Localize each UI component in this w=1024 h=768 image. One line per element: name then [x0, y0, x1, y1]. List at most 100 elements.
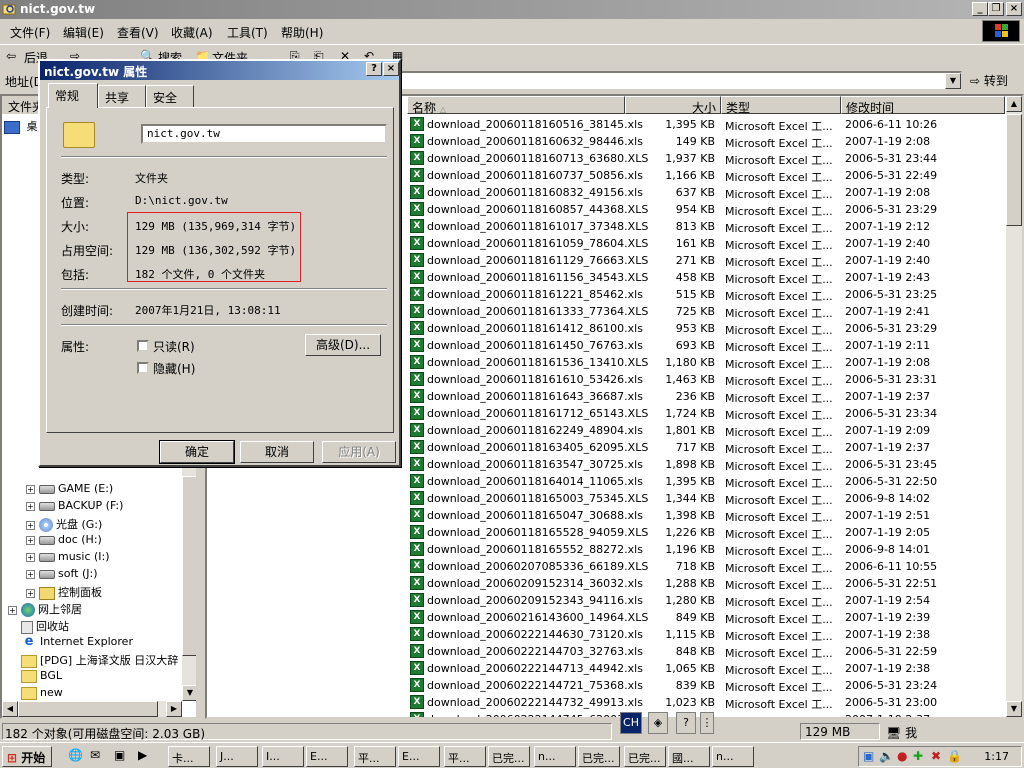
taskbar-button[interactable]: 平... — [444, 746, 486, 767]
expand-icon[interactable]: + — [26, 588, 35, 598]
hidden-checkbox[interactable] — [137, 362, 149, 374]
file-row[interactable]: Xdownload_20060222144732_49913.xls 1,023 … — [207, 694, 1007, 711]
ime-tool-icon[interactable]: ◈ — [648, 712, 668, 734]
tree-hscrollbar[interactable]: ◀ ▶ — [2, 701, 182, 717]
minimize-button[interactable]: _ — [972, 2, 988, 16]
address-input[interactable] — [380, 71, 962, 91]
taskbar-button[interactable]: n... — [534, 746, 576, 767]
expand-icon[interactable]: + — [26, 484, 35, 494]
tree-item-doc[interactable]: + doc (H:) — [26, 533, 102, 550]
scroll-thumb[interactable] — [182, 476, 196, 656]
tree-item-music[interactable]: + music (I:) — [26, 550, 110, 567]
chevron-down-icon[interactable]: ▼ — [945, 73, 961, 89]
scroll-up-icon[interactable]: ▲ — [1006, 96, 1022, 112]
tree-item-network[interactable]: + 网上邻居 — [8, 601, 82, 618]
taskbar-button[interactable]: E... — [398, 746, 440, 767]
restore-button[interactable]: ❐ — [988, 2, 1004, 16]
menu-tools[interactable]: 工具(T) — [227, 24, 268, 41]
readonly-label[interactable]: 只读(R) — [153, 338, 195, 355]
scroll-right-icon[interactable]: ▶ — [166, 701, 182, 717]
menu-edit[interactable]: 编辑(E) — [63, 24, 104, 41]
lock-tray-icon[interactable]: 🔒 — [947, 749, 962, 763]
expand-icon[interactable]: + — [26, 501, 35, 511]
file-row[interactable]: Xdownload_20060209152343_94116.xls 1,280 … — [207, 592, 1007, 609]
hscroll-thumb[interactable] — [18, 701, 158, 717]
advanced-button[interactable]: 高级(D)... — [305, 334, 381, 356]
menu-file[interactable]: 文件(F) — [10, 24, 50, 41]
tab-sharing[interactable]: 共享 — [98, 85, 146, 107]
scroll-thumb[interactable] — [1006, 114, 1022, 226]
list-scrollbar[interactable]: ▲ ▼ — [1006, 96, 1022, 717]
ime-language-indicator[interactable]: CH — [620, 712, 642, 734]
tree-item-pdg[interactable]: [PDG] 上海译文版 日汉大辞 — [21, 652, 178, 669]
ok-button[interactable]: 确定 — [159, 440, 235, 464]
hidden-label[interactable]: 隐藏(H) — [153, 360, 195, 377]
file-row[interactable]: Xdownload_20060118165003_75345.XLS 1,344 … — [207, 490, 1007, 507]
expand-icon[interactable]: + — [26, 535, 35, 545]
column-name[interactable]: 名称 △ — [407, 96, 625, 115]
tree-item-ie[interactable]: e Internet Explorer — [21, 635, 133, 652]
volume-icon[interactable]: 🔈 — [879, 749, 894, 763]
file-row[interactable]: Xdownload_20060118165528_94059.XLS 1,226 … — [207, 524, 1007, 541]
file-row[interactable]: Xdownload_20060222144721_75368.xls 839 KB… — [207, 677, 1007, 694]
taskbar-button[interactable]: I... — [262, 746, 304, 767]
ime-menu-icon[interactable]: ⋮ — [700, 712, 714, 734]
tree-item-game[interactable]: + GAME (E:) — [26, 482, 113, 499]
file-row[interactable]: Xdownload_20060222144713_44942.xls 1,065 … — [207, 660, 1007, 677]
outlook-quicklaunch-icon[interactable]: ✉ — [90, 748, 100, 762]
taskbar-button[interactable]: 已完... — [488, 746, 530, 767]
tree-item-backup[interactable]: + BACKUP (F:) — [26, 499, 123, 516]
clock[interactable]: 1:17 — [984, 750, 1009, 763]
tab-security[interactable]: 安全 — [146, 85, 194, 107]
expand-icon[interactable]: + — [26, 520, 35, 530]
expand-icon[interactable]: + — [26, 552, 35, 562]
tree-item-cdrom[interactable]: + 光盘 (G:) — [26, 516, 102, 533]
taskbar-button[interactable]: 已完... — [578, 746, 620, 767]
menu-view[interactable]: 查看(V) — [117, 24, 159, 41]
taskbar-button[interactable]: 國... — [668, 746, 710, 767]
taskbar-button[interactable]: E... — [306, 746, 348, 767]
tree-item-bgl[interactable]: BGL — [21, 669, 62, 686]
scroll-left-icon[interactable]: ◀ — [2, 701, 18, 717]
network-tray-icon[interactable]: ▣ — [863, 749, 874, 763]
scroll-down-icon[interactable]: ▼ — [182, 685, 196, 701]
ime-help-icon[interactable]: ? — [676, 712, 696, 734]
close-button[interactable]: × — [1006, 2, 1022, 16]
dialog-close-button[interactable]: × — [383, 62, 399, 76]
column-size[interactable]: 大小 — [625, 96, 721, 115]
cancel-button[interactable]: 取消 — [240, 441, 314, 463]
taskbar-button[interactable]: J... — [216, 746, 258, 767]
file-row[interactable]: Xdownload_20060222144703_32763.xls 848 KB… — [207, 643, 1007, 660]
column-type[interactable]: 类型 — [721, 96, 841, 115]
desktop-quicklaunch-icon[interactable]: ▣ — [114, 748, 125, 762]
antivirus-icon[interactable]: ● — [897, 749, 907, 763]
ie-quicklaunch-icon[interactable]: 🌐 — [68, 748, 83, 762]
tree-item-recycle-bin[interactable]: 回收站 — [21, 618, 69, 635]
media-quicklaunch-icon[interactable]: ▶ — [138, 748, 147, 762]
readonly-checkbox[interactable] — [137, 340, 149, 352]
help-button[interactable]: ? — [366, 62, 382, 76]
file-row[interactable]: Xdownload_20060118165552_88272.xls 1,196 … — [207, 541, 1007, 558]
menu-help[interactable]: 帮助(H) — [281, 24, 323, 41]
file-row[interactable]: Xdownload_20060222144630_73120.xls 1,115 … — [207, 626, 1007, 643]
expand-icon[interactable]: + — [26, 569, 35, 579]
folder-name-input[interactable]: nict.gov.tw — [141, 124, 387, 144]
column-modified[interactable]: 修改时间 — [841, 96, 1005, 115]
file-row[interactable]: Xdownload_20060216143600_14964.XLS 849 KB… — [207, 609, 1007, 626]
menu-favorites[interactable]: 收藏(A) — [171, 24, 213, 41]
go-button[interactable]: ⇨ 转到 — [970, 72, 1020, 90]
taskbar-button[interactable]: 已完... — [624, 746, 666, 767]
download-tray-icon[interactable]: ✚ — [913, 749, 923, 763]
alert-tray-icon[interactable]: ✖ — [931, 749, 941, 763]
tab-general[interactable]: 常规 — [48, 83, 98, 108]
taskbar-button[interactable]: 平... — [354, 746, 396, 767]
file-row[interactable]: Xdownload_20060209152314_36032.xls 1,288 … — [207, 575, 1007, 592]
taskbar-button[interactable]: n... — [712, 746, 754, 767]
scroll-down-icon[interactable]: ▼ — [1006, 701, 1022, 717]
expand-icon[interactable]: + — [8, 605, 17, 615]
tree-item-control-panel[interactable]: + 控制面板 — [26, 584, 102, 601]
taskbar-button[interactable]: 卡... — [168, 746, 210, 767]
tree-item-soft[interactable]: + soft (J:) — [26, 567, 97, 584]
back-arrow-icon[interactable]: ⇦ — [6, 49, 16, 67]
apply-button[interactable]: 应用(A) — [322, 441, 396, 463]
